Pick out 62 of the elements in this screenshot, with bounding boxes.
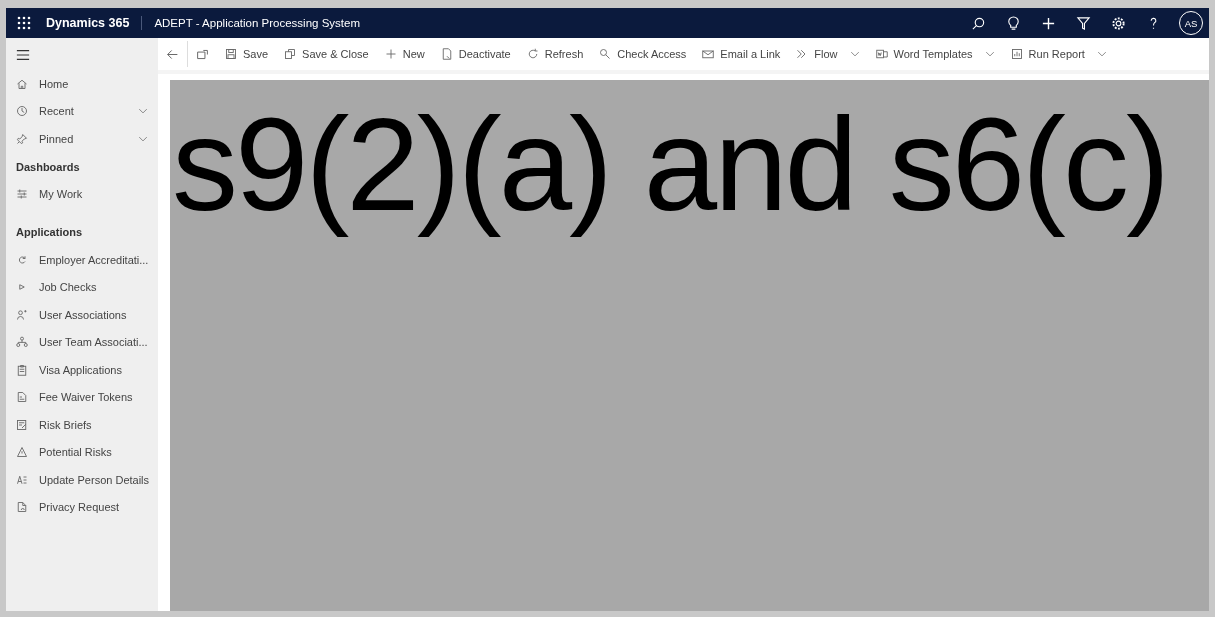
pin-icon	[16, 132, 28, 145]
toolbar-button[interactable]: Refresh	[518, 41, 592, 67]
toolbar-button[interactable]: New	[376, 41, 433, 67]
app-launcher-icon[interactable]	[16, 15, 32, 31]
clock-icon	[16, 105, 28, 118]
filter-icon[interactable]	[1076, 15, 1091, 31]
nav-item[interactable]: Visa Applications	[39, 363, 148, 376]
toolbar-button[interactable]: Save	[217, 41, 277, 67]
search-icon[interactable]	[971, 15, 986, 31]
save-icon	[225, 48, 237, 60]
back-arrow-icon[interactable]	[166, 47, 179, 61]
refresh-icon	[16, 253, 28, 266]
org-chart-icon	[16, 336, 28, 349]
lightbulb-icon[interactable]	[1006, 15, 1021, 31]
envelope-icon	[702, 48, 715, 60]
plus-icon[interactable]	[1041, 15, 1056, 31]
magnifier-icon	[599, 48, 612, 60]
word-icon	[875, 48, 888, 60]
section-header: Dashboards	[15, 159, 81, 175]
app-title: ADEPT - Application Processing System	[153, 17, 360, 29]
nav-item[interactable]: Pinned	[39, 132, 138, 145]
menu-icon[interactable]	[16, 48, 30, 62]
redaction-label: s9(2)(a) and s6(c)	[172, 90, 1168, 240]
nav-item[interactable]: Home	[39, 77, 148, 90]
clipboard-icon	[16, 363, 28, 376]
refresh-icon	[526, 48, 539, 60]
save-close-icon	[284, 48, 297, 60]
document-icon	[16, 391, 28, 404]
toolbar-button[interactable]: Deactivate	[432, 41, 519, 67]
chevron-down-icon[interactable]	[849, 49, 860, 59]
document-icon	[440, 48, 453, 60]
nav-item[interactable]: Risk Briefs	[39, 418, 148, 431]
nav-item[interactable]: Update Person Details	[39, 473, 150, 486]
chevron-down-icon[interactable]	[984, 49, 995, 59]
document-icon	[16, 501, 28, 514]
list-icon	[16, 188, 28, 201]
home-icon	[16, 77, 28, 90]
nav-item[interactable]: User Associations	[39, 308, 148, 321]
text-list-icon	[16, 473, 28, 486]
toolbar-button[interactable]: Save & Close	[276, 41, 377, 67]
toolbar-button[interactable]: Email a Link	[694, 41, 789, 67]
toolbar-button[interactable]: Check Access	[591, 41, 695, 67]
section-header: Applications	[15, 225, 83, 240]
toolbar-button[interactable]: Run Report	[1002, 41, 1115, 67]
report-icon	[16, 418, 28, 431]
nav-item[interactable]: Employer Accreditati...	[39, 253, 149, 266]
settings-icon[interactable]	[1111, 15, 1126, 31]
person-icon	[16, 308, 28, 321]
warning-icon	[16, 446, 28, 459]
nav-item[interactable]: My Work	[39, 188, 148, 201]
brand-name[interactable]: Dynamics 365	[46, 16, 143, 30]
nav-item[interactable]: Job Checks	[39, 281, 148, 294]
chevron-down-icon[interactable]	[1096, 49, 1107, 59]
nav-item[interactable]: Recent	[39, 105, 138, 118]
plus-icon	[384, 48, 397, 60]
chart-icon	[1010, 48, 1023, 60]
nav-item[interactable]: Potential Risks	[39, 446, 148, 459]
nav-item[interactable]: User Team Associati...	[39, 336, 148, 349]
toolbar-button[interactable]: Flow	[788, 41, 868, 67]
toolbar-button[interactable]: Word Templates	[867, 41, 1003, 67]
nav-item[interactable]: Fee Waiver Tokens	[39, 391, 148, 404]
nav-item[interactable]: Privacy Request	[39, 501, 148, 514]
